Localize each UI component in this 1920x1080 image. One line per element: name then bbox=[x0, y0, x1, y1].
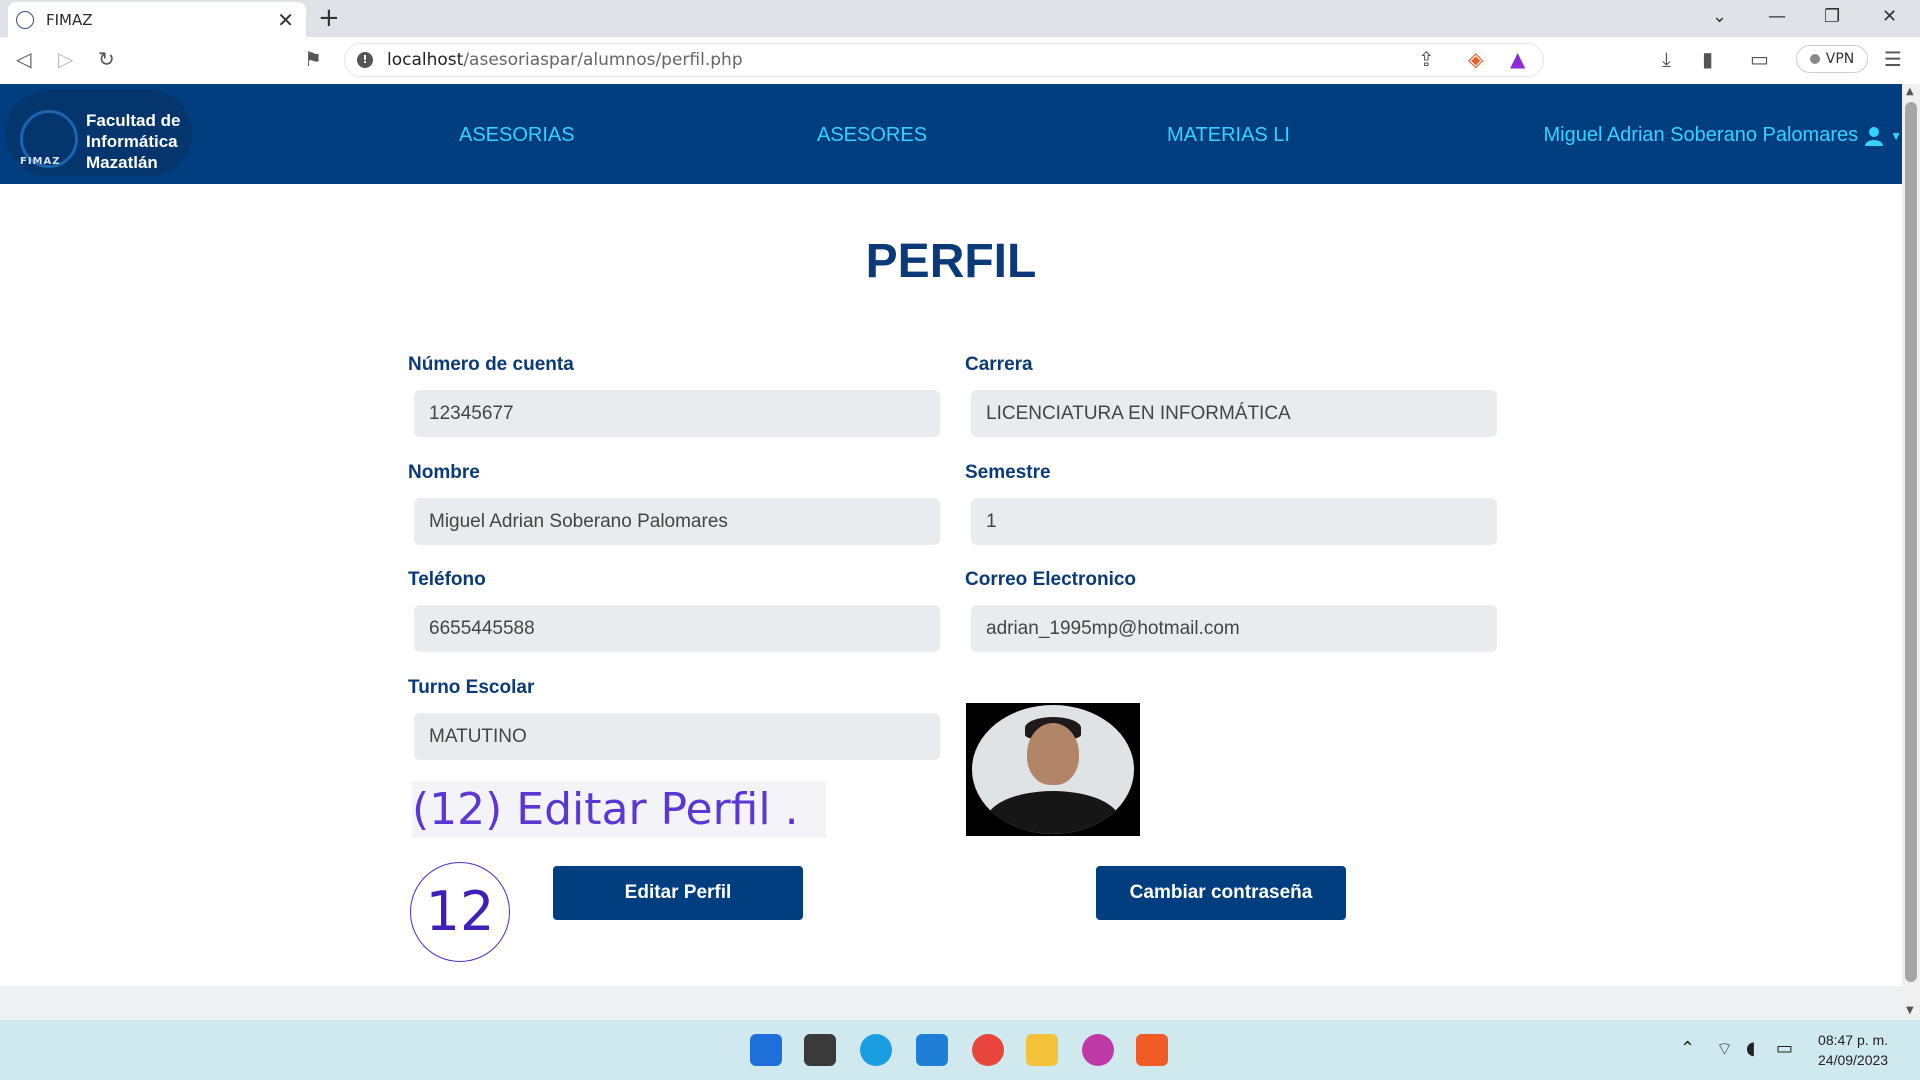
tab-search-chevron-icon[interactable]: ⌄ bbox=[1712, 6, 1727, 27]
logo-line-2: Informática bbox=[86, 132, 178, 151]
back-icon[interactable]: ◁ bbox=[16, 47, 31, 71]
reload-icon[interactable]: ↻ bbox=[98, 47, 115, 71]
label-telefono: Teléfono bbox=[408, 569, 486, 590]
brave-icon[interactable] bbox=[1136, 1034, 1168, 1066]
logo-mark-text: FIMAZ bbox=[20, 156, 61, 167]
scroll-up-icon[interactable]: ▲ bbox=[1906, 86, 1914, 97]
field-turno[interactable]: MATUTINO bbox=[414, 713, 940, 760]
vpn-label: VPN bbox=[1825, 51, 1855, 67]
nav-link-asesorias[interactable]: ASESORIAS bbox=[459, 124, 575, 147]
wifi-icon[interactable]: ⌔ bbox=[1716, 1038, 1733, 1061]
page-viewport: FIMAZ Facultad de Informática Mazatlán A… bbox=[0, 84, 1902, 986]
user-icon bbox=[1865, 126, 1884, 146]
minimize-icon[interactable]: — bbox=[1768, 6, 1786, 27]
chevron-down-icon: ▼ bbox=[1890, 128, 1902, 143]
clock-date: 24/09/2023 bbox=[1818, 1052, 1889, 1068]
clock-time: 08:47 p. m. bbox=[1818, 1032, 1889, 1048]
forward-icon[interactable]: ▷ bbox=[58, 47, 73, 71]
annotation-label: (12) Editar Perfil . bbox=[412, 781, 826, 838]
edge-icon[interactable] bbox=[860, 1034, 892, 1066]
field-nombre[interactable]: Miguel Adrian Soberano Palomares bbox=[414, 498, 940, 545]
close-tab-icon[interactable]: ✕ bbox=[277, 8, 294, 32]
label-carrera: Carrera bbox=[965, 354, 1033, 375]
show-hidden-icons-chevron-icon[interactable]: ⌃ bbox=[1680, 1038, 1695, 1059]
clock[interactable]: 08:47 p. m. 24/09/2023 bbox=[1818, 1030, 1888, 1070]
taskbar: ⌃ ⌔ ◖ ▭ 08:47 p. m. 24/09/2023 bbox=[0, 1020, 1920, 1080]
site-info-icon[interactable]: ! bbox=[357, 52, 373, 68]
wallet-icon[interactable]: ▭ bbox=[1750, 47, 1769, 71]
tab-title: FIMAZ bbox=[46, 10, 93, 29]
label-numero-cuenta: Número de cuenta bbox=[408, 354, 574, 375]
brave-shields-icon[interactable]: ◈ bbox=[1468, 47, 1483, 71]
logo-text: Facultad de Informática Mazatlán bbox=[86, 110, 180, 173]
address-bar[interactable]: ! localhost/asesoriaspar/alumnos/perfil.… bbox=[344, 43, 1544, 77]
user-name: Miguel Adrian Soberano Palomares bbox=[1543, 124, 1859, 146]
user-menu[interactable]: Miguel Adrian Soberano Palomares ▼ bbox=[1543, 124, 1902, 147]
logo-line-3: Mazatlán bbox=[86, 153, 158, 172]
fimaz-favicon-icon bbox=[16, 10, 34, 29]
page-title: PERFIL bbox=[865, 235, 1037, 288]
scrollbar-thumb[interactable] bbox=[1905, 102, 1917, 982]
page-scrollbar[interactable]: ▲ ▼ bbox=[1902, 84, 1920, 1018]
file-explorer-icon[interactable] bbox=[1026, 1034, 1058, 1066]
restore-icon[interactable]: ❐ bbox=[1824, 6, 1840, 27]
photo-head bbox=[1027, 723, 1079, 785]
browser-toolbar: ◁ ▷ ↻ ⚑ ! localhost/asesoriaspar/alumnos… bbox=[0, 37, 1920, 85]
logo-line-1: Facultad de bbox=[86, 111, 181, 130]
vpn-button[interactable]: VPN bbox=[1796, 45, 1868, 73]
fimaz-logo[interactable]: FIMAZ Facultad de Informática Mazatlán bbox=[6, 90, 192, 176]
vscode-icon[interactable] bbox=[916, 1034, 948, 1066]
label-turno: Turno Escolar bbox=[408, 677, 535, 698]
nav-link-asesores[interactable]: ASESORES bbox=[817, 124, 927, 147]
field-correo[interactable]: adrian_1995mp@hotmail.com bbox=[971, 605, 1497, 652]
field-semestre[interactable]: 1 bbox=[971, 498, 1497, 545]
photo-background bbox=[972, 705, 1134, 834]
field-telefono[interactable]: 6655445588 bbox=[414, 605, 940, 652]
tab-strip: FIMAZ ✕ + ⌄ — ❐ ✕ bbox=[0, 0, 1920, 37]
bookmark-icon[interactable]: ⚑ bbox=[304, 47, 322, 71]
site-navbar: FIMAZ Facultad de Informática Mazatlán A… bbox=[0, 84, 1902, 184]
profile-photo bbox=[966, 703, 1140, 836]
edit-profile-button[interactable]: Editar Perfil bbox=[553, 866, 803, 920]
browser-tab[interactable]: FIMAZ ✕ bbox=[8, 2, 306, 37]
field-numero-cuenta[interactable]: 12345677 bbox=[414, 390, 940, 437]
change-password-button[interactable]: Cambiar contraseña bbox=[1096, 866, 1346, 920]
battery-icon[interactable]: ▭ bbox=[1776, 1038, 1793, 1059]
url-path: /asesoriaspar/alumnos/perfil.php bbox=[463, 50, 743, 70]
scroll-down-icon[interactable]: ▼ bbox=[1906, 1005, 1914, 1016]
close-window-icon[interactable]: ✕ bbox=[1882, 6, 1897, 27]
task-view-icon[interactable] bbox=[804, 1034, 836, 1066]
label-nombre: Nombre bbox=[408, 462, 480, 483]
app-icon[interactable] bbox=[1082, 1034, 1114, 1066]
url-host: localhost bbox=[387, 50, 464, 70]
sidebar-icon[interactable]: ▮ bbox=[1702, 47, 1713, 71]
vpn-status-icon bbox=[1809, 54, 1820, 64]
share-icon[interactable]: ⇪ bbox=[1418, 47, 1435, 71]
label-correo: Correo Electronico bbox=[965, 569, 1137, 590]
field-carrera[interactable]: LICENCIATURA EN INFORMÁTICA bbox=[971, 390, 1497, 437]
label-semestre: Semestre bbox=[965, 462, 1051, 483]
brave-rewards-icon[interactable]: ▲ bbox=[1510, 47, 1525, 71]
nav-link-materias[interactable]: MATERIAS LI bbox=[1167, 124, 1290, 147]
menu-icon[interactable]: ☰ bbox=[1884, 47, 1902, 71]
downloads-icon[interactable]: ⤓ bbox=[1662, 47, 1671, 71]
start-icon[interactable] bbox=[750, 1034, 782, 1066]
annotation-marker: 12 bbox=[410, 862, 510, 962]
new-tab-icon[interactable]: + bbox=[318, 3, 340, 33]
volume-icon[interactable]: ◖ bbox=[1746, 1038, 1755, 1059]
chrome-icon[interactable] bbox=[972, 1034, 1004, 1066]
photo-body bbox=[986, 791, 1120, 834]
